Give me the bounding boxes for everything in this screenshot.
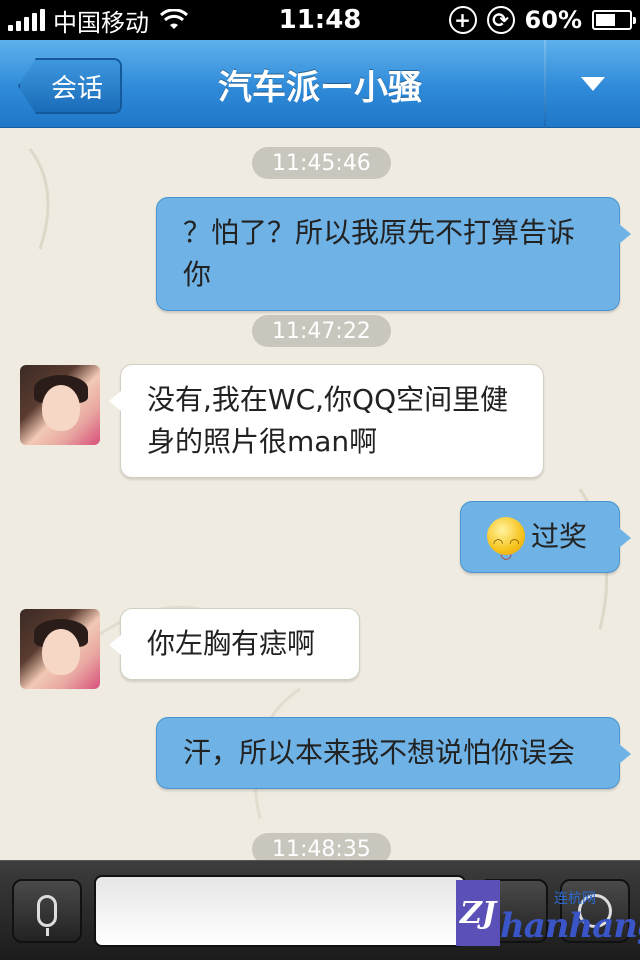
- message-text: 没有,我在WC,你QQ空间里健身的照片很man啊: [147, 383, 509, 458]
- carrier-name: 中国移动: [53, 8, 149, 37]
- timestamp: 11:48:35: [252, 833, 391, 860]
- signal-icon: [8, 9, 45, 31]
- incoming-message[interactable]: 你左胸有痣啊: [109, 608, 360, 680]
- outgoing-message[interactable]: ？怕了？所以我原先不打算告诉你: [156, 197, 631, 311]
- rotation-lock-icon: ⟳: [486, 6, 515, 34]
- watermark-badge: ZJ: [456, 880, 500, 946]
- voice-button[interactable]: [12, 879, 82, 943]
- timestamp: 11:47:22: [252, 315, 391, 347]
- chevron-down-icon: [581, 77, 605, 91]
- battery-percent: 60%: [524, 6, 582, 34]
- watermark-small-text: 连杭网: [554, 891, 596, 907]
- page-title: 汽车派ー小骚: [218, 67, 422, 108]
- wifi-icon: [159, 9, 189, 29]
- outgoing-message[interactable]: 过奖: [460, 501, 631, 575]
- avatar[interactable]: [20, 609, 100, 689]
- add-circle-icon: +: [448, 6, 477, 34]
- smile-emoji-icon: [487, 517, 525, 575]
- incoming-message[interactable]: 没有,我在WC,你QQ空间里健身的照片很man啊: [109, 364, 544, 478]
- status-bar: 中国移动 11:48 + ⟳ 60%: [0, 0, 640, 40]
- avatar[interactable]: [20, 365, 100, 445]
- dropdown-menu-button[interactable]: [546, 40, 640, 128]
- message-text: 汗，所以本来我不想说怕你误会: [183, 736, 576, 769]
- battery-fill: [596, 14, 616, 26]
- back-button[interactable]: 会话: [18, 58, 122, 114]
- message-text: ？怕了？所以我原先不打算告诉你: [183, 216, 576, 291]
- nav-bar: 会话 汽车派ー小骚: [0, 40, 640, 128]
- timestamp: 11:45:46: [252, 147, 391, 179]
- microphone-icon: [37, 895, 57, 936]
- watermark: ZJ 连杭网 hanhang: [456, 872, 640, 952]
- message-text: 过奖: [531, 520, 588, 553]
- chat-area[interactable]: 11:45:46 ？怕了？所以我原先不打算告诉你 11:47:22 没有,我在W…: [0, 129, 640, 860]
- watermark-text: hanhang: [500, 906, 640, 946]
- battery-icon: [592, 10, 636, 30]
- outgoing-message[interactable]: 汗，所以本来我不想说怕你误会: [156, 717, 631, 789]
- message-text: 你左胸有痣啊: [147, 627, 316, 660]
- message-input[interactable]: [94, 875, 466, 947]
